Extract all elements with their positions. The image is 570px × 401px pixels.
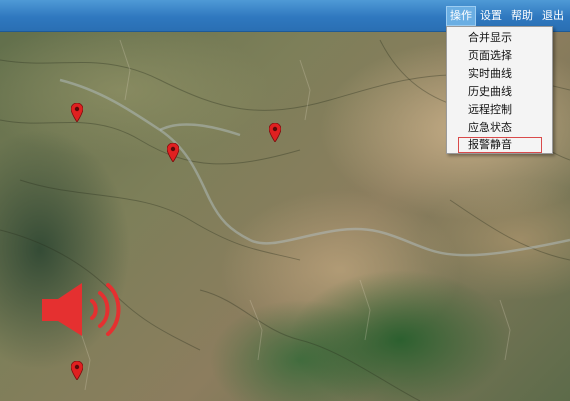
menu-item-alarm-mute[interactable]: 报警静音 [458, 137, 542, 153]
menu-item-history-curve[interactable]: 历史曲线 [447, 83, 552, 101]
menu-help[interactable]: 帮助 [508, 6, 536, 26]
menu-item-page-select[interactable]: 页面选择 [447, 47, 552, 65]
menu-item-realtime-curve[interactable]: 实时曲线 [447, 65, 552, 83]
menu-operation[interactable]: 操作 [446, 6, 476, 26]
menu-item-remote-control[interactable]: 远程控制 [447, 101, 552, 119]
menu-exit[interactable]: 退出 [539, 6, 567, 26]
location-pin-2[interactable] [269, 123, 281, 142]
menu-item-emergency-status[interactable]: 应急状态 [447, 119, 552, 137]
operation-dropdown-menu: 合并显示 页面选择 实时曲线 历史曲线 远程控制 应急状态 报警静音 [446, 26, 553, 154]
location-pin-3[interactable] [167, 143, 179, 162]
location-pin-4[interactable] [71, 361, 83, 380]
menu-settings[interactable]: 设置 [477, 6, 505, 26]
menu-item-merge-display[interactable]: 合并显示 [447, 29, 552, 47]
location-pin-1[interactable] [71, 103, 83, 122]
speaker-alarm-icon[interactable] [42, 281, 124, 338]
